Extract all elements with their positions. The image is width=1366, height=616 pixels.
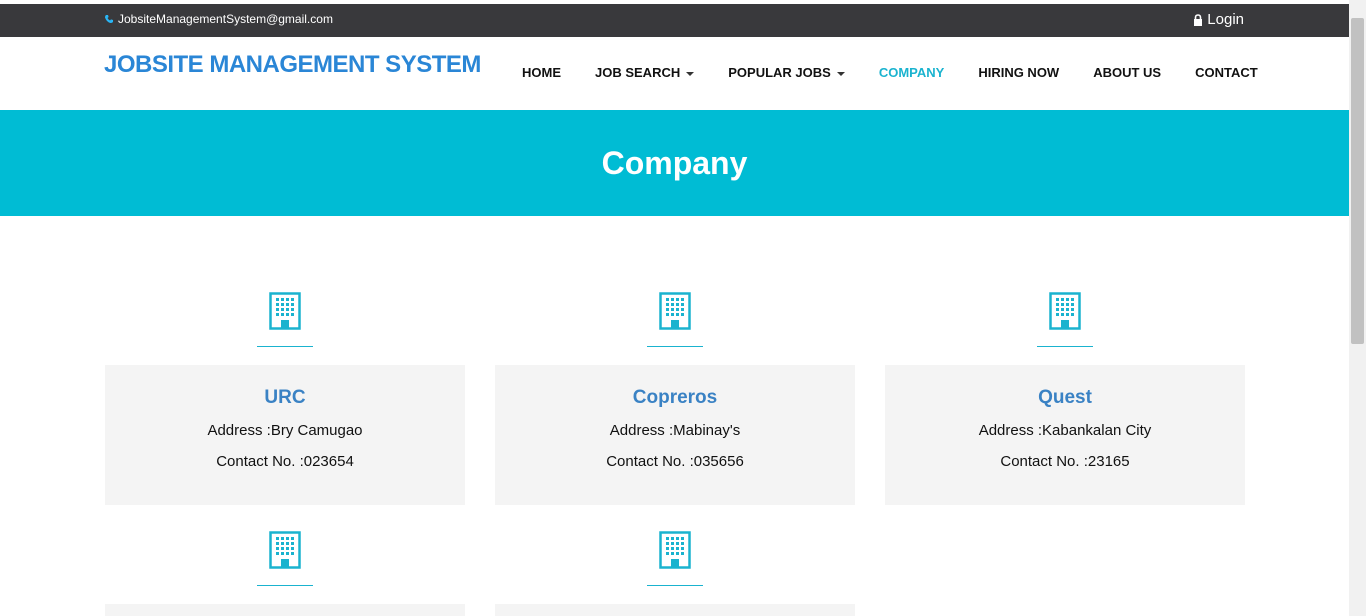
main-menu: HOME JOB SEARCH POPULAR JOBS COMPANY HIR…: [505, 65, 1275, 81]
nav-hiring-now[interactable]: HIRING NOW: [961, 65, 1076, 81]
building-icon: [257, 292, 313, 348]
nav-label: ABOUT US: [1093, 65, 1162, 80]
nav-label: CONTACT: [1195, 65, 1258, 80]
nav-label: JOB SEARCH: [595, 65, 681, 80]
company-contact: Contact No. :023654: [216, 453, 354, 470]
icon-divider: [257, 346, 313, 347]
lock-icon: [1193, 13, 1203, 26]
company-card[interactable]: [105, 604, 465, 616]
company-address: Address :Mabinay's: [609, 422, 741, 439]
page-banner: Company: [0, 110, 1349, 216]
nav-company[interactable]: COMPANY: [862, 65, 961, 81]
caret-down-icon: [686, 72, 695, 76]
company-card[interactable]: Copreros Address :Mabinay's Contact No. …: [495, 365, 855, 505]
company-contact: Contact No. :035656: [606, 453, 744, 470]
building-icon: [647, 292, 703, 348]
company-name[interactable]: Quest: [885, 387, 1245, 409]
main-navbar: JOBSITE MANAGEMENT SYSTEM HOME JOB SEARC…: [0, 37, 1349, 110]
nav-popular-jobs[interactable]: POPULAR JOBS: [711, 65, 862, 81]
icon-divider: [647, 346, 703, 347]
company-card[interactable]: [495, 604, 855, 616]
nav-home[interactable]: HOME: [505, 65, 578, 81]
nav-label: HIRING NOW: [978, 65, 1060, 80]
nav-label: POPULAR JOBS: [728, 65, 831, 80]
icon-divider: [647, 585, 703, 586]
company-card[interactable]: URC Address :Bry Camugao Contact No. :02…: [105, 365, 465, 505]
icon-divider: [1037, 346, 1093, 347]
caret-down-icon: [836, 72, 845, 76]
login-label: Login: [1207, 11, 1244, 28]
nav-label: HOME: [522, 65, 561, 80]
icon-divider: [257, 585, 313, 586]
phone-icon: [104, 14, 114, 24]
scrollbar-thumb[interactable]: [1351, 18, 1364, 344]
company-contact: Contact No. :23165: [1000, 453, 1130, 470]
nav-label: COMPANY: [878, 65, 945, 80]
contact-email: JobsiteManagementSystem@gmail.com: [104, 12, 333, 26]
login-link[interactable]: Login: [1193, 11, 1244, 28]
email-text: JobsiteManagementSystem@gmail.com: [118, 12, 333, 26]
company-card[interactable]: Quest Address :Kabankalan City Contact N…: [885, 365, 1245, 505]
site-brand[interactable]: JOBSITE MANAGEMENT SYSTEM: [104, 51, 481, 79]
top-bar: JobsiteManagementSystem@gmail.com Login: [0, 4, 1349, 37]
nav-contact[interactable]: CONTACT: [1178, 65, 1275, 81]
nav-job-search[interactable]: JOB SEARCH: [578, 65, 711, 81]
page-title: Company: [601, 144, 748, 181]
building-icon: [257, 531, 313, 587]
nav-about-us[interactable]: ABOUT US: [1076, 65, 1178, 81]
building-icon: [647, 531, 703, 587]
company-name[interactable]: Copreros: [495, 387, 855, 409]
building-icon: [1037, 292, 1093, 348]
company-address: Address :Kabankalan City: [978, 422, 1152, 439]
vertical-scrollbar[interactable]: [1349, 0, 1366, 616]
company-address: Address :Bry Camugao: [207, 422, 363, 439]
company-name[interactable]: URC: [105, 387, 465, 409]
